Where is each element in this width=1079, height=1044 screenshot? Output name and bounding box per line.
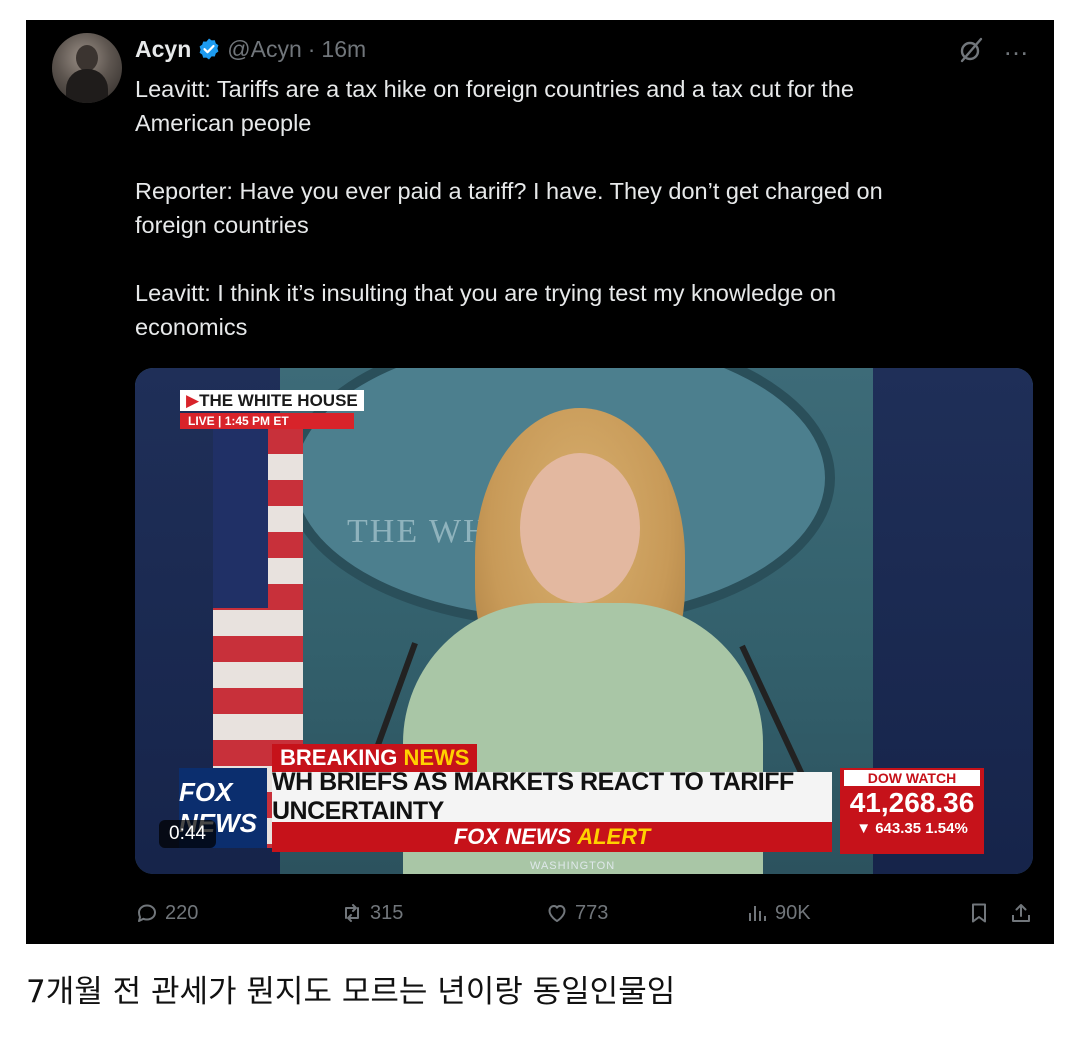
speaker-face	[520, 453, 640, 603]
dateline: WASHINGTON	[530, 860, 616, 872]
flag-canton	[213, 428, 268, 608]
verified-badge-icon	[199, 38, 219, 60]
avatar-body	[66, 69, 108, 103]
news-label: NEWS	[403, 745, 470, 770]
views-icon	[749, 906, 766, 921]
dow-change: ▼ 643.35 1.54%	[856, 820, 968, 837]
repost-icon	[345, 904, 359, 922]
reply-button[interactable]: 220	[135, 901, 340, 925]
dow-label: DOW WATCH	[844, 770, 980, 786]
tweet-tools	[967, 901, 1033, 925]
author-handle[interactable]: @Acyn	[227, 36, 301, 63]
alert-banner: FOX NEWS ALERT	[272, 822, 832, 852]
bookmark-icon[interactable]	[967, 901, 991, 925]
repost-count: 315	[370, 901, 404, 924]
repost-button[interactable]: 315	[340, 901, 545, 925]
video-player[interactable]: THE WH USE ▶THE WHITE HOUSE LIVE | 1:45 …	[135, 368, 1033, 874]
breaking-label: BREAKING	[280, 745, 398, 770]
play-arrow-icon: ▶	[186, 391, 200, 410]
alert-label-1: FOX NEWS	[453, 824, 572, 849]
tweet-time[interactable]: 16m	[321, 36, 366, 63]
tweet-card[interactable]: Acyn @Acyn · 16m … Leavitt: Tariffs are …	[26, 20, 1054, 944]
post-caption: 7개월 전 관세가 뭔지도 모르는 년이랑 동일인물임	[26, 974, 676, 1010]
dow-value: 41,268.36	[849, 787, 975, 818]
live-label: LIVE | 1:45 PM ET	[180, 413, 354, 429]
video-duration: 0:44	[159, 820, 216, 848]
tweet-actions: 220 315 773 90K	[135, 898, 1033, 928]
headline-banner: WH BRIEFS AS MARKETS REACT TO TARIFF UNC…	[272, 768, 832, 825]
tweet-top-icons: …	[957, 33, 1030, 64]
avatar[interactable]	[52, 33, 122, 103]
alert-label-2: ALERT	[577, 824, 651, 849]
like-count: 773	[575, 901, 609, 924]
like-icon	[548, 905, 566, 922]
dow-watch-box: DOW WATCH 41,268.36 ▼ 643.35 1.54%	[840, 768, 984, 854]
location-tag-label: THE WHITE HOUSE	[199, 391, 358, 410]
tweet-header: Acyn @Acyn · 16m	[135, 34, 366, 64]
views-button[interactable]: 90K	[745, 901, 950, 925]
more-icon[interactable]: …	[1003, 33, 1030, 59]
avatar-head	[76, 45, 98, 71]
tweet-text: Leavitt: Tariffs are a tax hike on forei…	[135, 76, 883, 340]
view-count: 90K	[775, 901, 811, 924]
grok-icon[interactable]	[957, 36, 985, 64]
author-name[interactable]: Acyn	[135, 36, 191, 63]
separator-dot: ·	[307, 35, 316, 62]
location-tag: ▶THE WHITE HOUSE	[180, 390, 364, 411]
reply-count: 220	[165, 901, 199, 924]
reply-icon	[138, 904, 156, 922]
like-button[interactable]: 773	[545, 901, 745, 925]
share-icon[interactable]	[1009, 901, 1033, 925]
